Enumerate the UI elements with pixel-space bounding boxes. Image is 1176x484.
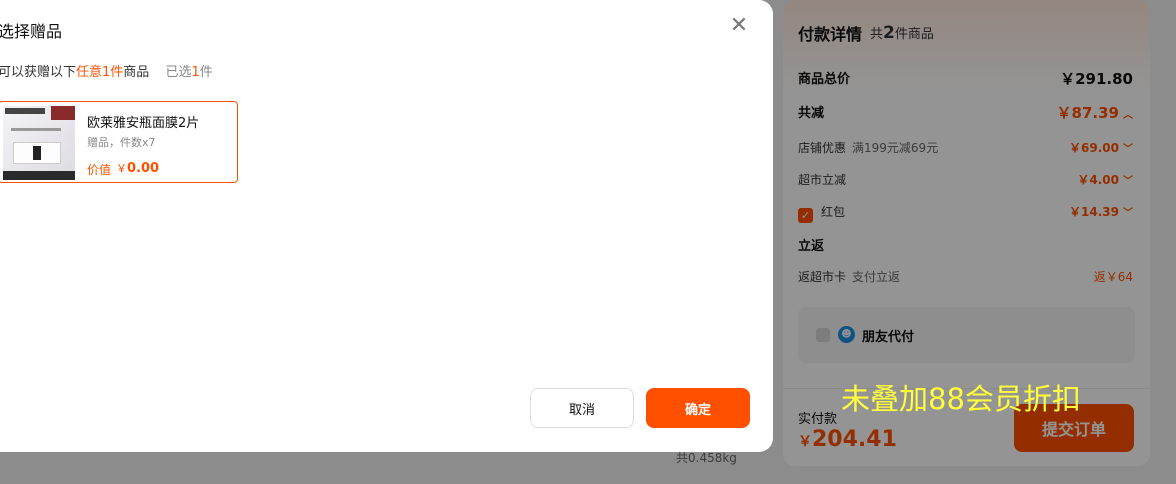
confirm-button[interactable]: 确定 [646, 388, 750, 428]
gift-product-image [3, 106, 75, 180]
selected-count: 已选1件 [165, 65, 213, 80]
gift-price-label: 价值 [87, 163, 112, 177]
dialog-title: 选择赠品 [0, 22, 63, 41]
annotation-text: 未叠加88会员折扣 [841, 382, 1081, 416]
gift-option-card[interactable]: 欧莱雅安瓶面膜2片 赠品，件数x7 价值 ￥0.00 [0, 101, 238, 183]
close-icon[interactable]: ✕ [727, 14, 751, 38]
select-gift-dialog: 选择赠品 ✕ 可以获赠以下任意1件商品 已选1件 欧莱雅安瓶面膜2片 赠品，件数… [0, 0, 773, 452]
gift-meta: 赠品，件数x7 [87, 136, 156, 149]
gift-name: 欧莱雅安瓶面膜2片 [87, 116, 200, 131]
cancel-button[interactable]: 取消 [530, 388, 634, 428]
gift-hint: 可以获赠以下任意1件商品 已选1件 [0, 65, 213, 80]
gift-price: ￥0.00 [116, 161, 160, 176]
